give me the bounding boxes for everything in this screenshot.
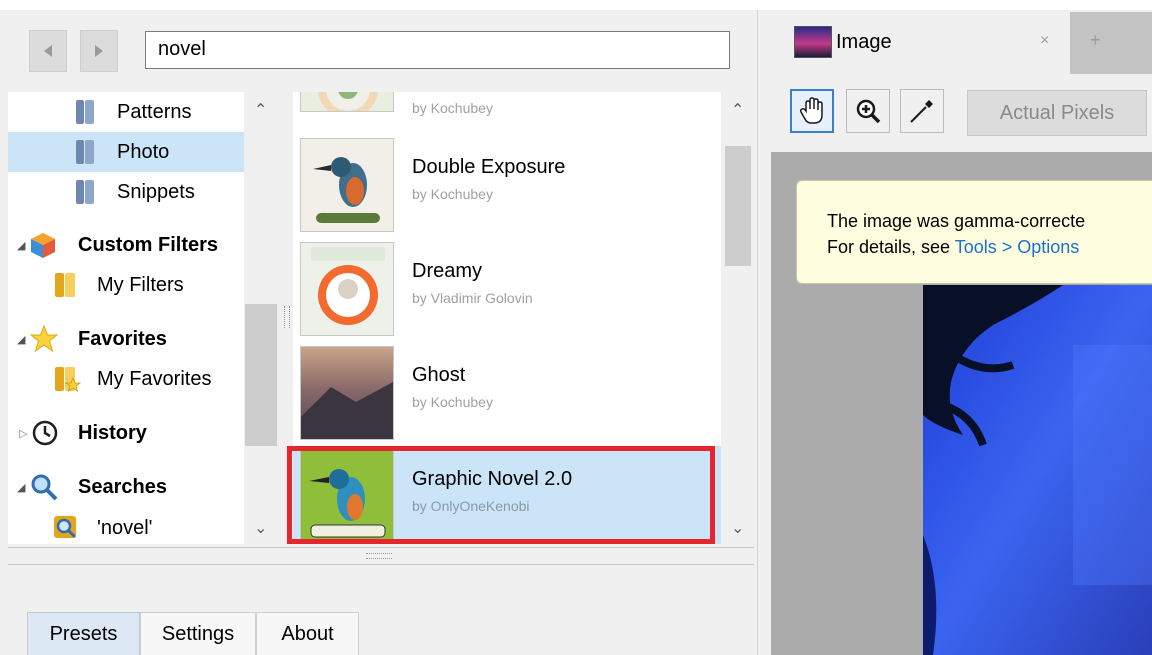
tab-about[interactable]: About (256, 612, 359, 655)
tree-item-label: Patterns (117, 100, 192, 123)
tools-options-link[interactable]: Tools > Options (955, 237, 1080, 257)
search-input[interactable]: novel (145, 31, 730, 69)
list-item[interactable]: Dreamy by Vladimir Golovin (293, 238, 721, 342)
horizontal-splitter[interactable] (8, 547, 754, 565)
close-tab-icon[interactable]: × (1040, 32, 1049, 50)
eyedropper-icon (910, 100, 933, 123)
splitter-grip (284, 306, 290, 328)
new-tab-button[interactable]: + (1070, 12, 1152, 74)
list-item[interactable]: Double Exposure by Kochubey (293, 134, 721, 238)
tree-item-search-novel[interactable]: 'novel' (8, 508, 244, 544)
tab-presets[interactable]: Presets (27, 612, 140, 655)
forward-button[interactable] (80, 30, 118, 72)
preset-name: Double Exposure (412, 156, 566, 178)
tab-title: Image (836, 31, 892, 53)
tree-item-label: Favorites (78, 327, 167, 350)
tree-item-label: Photo (117, 140, 170, 163)
preset-thumbnail (300, 346, 394, 440)
folder-icon (55, 273, 75, 297)
folder-icon (76, 100, 94, 124)
list-item[interactable]: by Kochubey (293, 92, 721, 118)
preset-list-scrollbar[interactable]: ⌃ ⌄ (721, 92, 755, 544)
expand-arrow-icon[interactable]: ◢ (17, 481, 25, 494)
actual-pixels-button[interactable]: Actual Pixels (967, 90, 1147, 136)
expand-arrow-icon[interactable]: ◢ (17, 333, 25, 346)
preset-author: by Kochubey (412, 100, 493, 116)
hand-tool-button[interactable] (790, 89, 834, 133)
tree-item-label: My Filters (97, 273, 184, 296)
preset-name: Ghost (412, 364, 466, 386)
tab-label: Presets (49, 622, 118, 645)
preset-thumbnail (300, 138, 394, 232)
folder-icon (76, 180, 94, 204)
splitter-grip (366, 553, 392, 559)
selection-highlight-box (287, 446, 715, 544)
tree-item-patterns[interactable]: Patterns (8, 92, 244, 132)
zoom-tool-button[interactable] (846, 89, 890, 133)
zoom-icon (856, 99, 881, 124)
favorites-folder-icon (55, 367, 81, 392)
expand-arrow-icon[interactable]: ◢ (17, 239, 25, 252)
preset-author: by Kochubey (412, 394, 493, 410)
preset-thumbnail (300, 242, 394, 336)
tab-image[interactable]: Image × (782, 12, 1072, 74)
clock-icon (32, 420, 58, 446)
preset-author: by Kochubey (412, 186, 493, 202)
tree-item-my-filters[interactable]: My Filters (8, 265, 244, 305)
preset-scroll-thumb[interactable] (725, 146, 751, 266)
tree-item-custom-filters[interactable]: ◢ Custom Filters (8, 225, 244, 265)
tree-item-label: 'novel' (97, 516, 153, 539)
eyedropper-tool-button[interactable] (900, 89, 944, 133)
tree-item-label: Custom Filters (78, 233, 219, 256)
tab-label: About (281, 622, 334, 645)
notice-text: For details, see (827, 237, 955, 257)
notice-line-2: For details, see Tools > Options (827, 237, 1079, 258)
folder-icon (76, 140, 94, 164)
notice-line-1: The image was gamma-correcte (827, 211, 1086, 231)
back-icon (44, 45, 52, 57)
forward-icon (95, 45, 103, 57)
tree-item-searches[interactable]: ◢ Searches (8, 467, 244, 507)
preset-thumbnail (300, 92, 394, 112)
settings-area (8, 565, 754, 611)
scroll-down-icon[interactable]: ⌄ (731, 518, 744, 538)
preview-image (923, 285, 1152, 655)
magnifier-icon (31, 474, 58, 501)
saved-search-icon (54, 516, 77, 539)
tree-item-favorites[interactable]: ◢ Favorites (8, 319, 244, 359)
tree-item-label: My Favorites (97, 367, 212, 390)
back-button[interactable] (29, 30, 67, 72)
gamma-notice: The image was gamma-correcte For details… (796, 180, 1152, 284)
tree-item-photo[interactable]: Photo (8, 132, 244, 172)
vertical-splitter[interactable] (757, 10, 772, 655)
tab-settings[interactable]: Settings (140, 612, 256, 655)
plus-icon: + (1090, 30, 1101, 50)
preset-name: Dreamy (412, 260, 483, 282)
preset-author: by Vladimir Golovin (412, 290, 533, 306)
image-thumbnail-icon (794, 26, 832, 58)
collapse-arrow-icon[interactable]: ▷ (19, 427, 27, 440)
hand-icon (799, 97, 823, 124)
cube-icon (31, 233, 55, 258)
tree-item-snippets[interactable]: Snippets (8, 172, 244, 212)
tree-scroll-thumb[interactable] (245, 304, 277, 446)
category-tree: Patterns Photo Snippets ◢ Custom Filters… (8, 92, 244, 544)
tree-item-history[interactable]: ▷ History (8, 413, 244, 453)
tab-label: Settings (161, 622, 235, 645)
list-item[interactable]: Ghost by Kochubey (293, 342, 721, 446)
scroll-up-icon[interactable]: ⌃ (254, 100, 267, 120)
tree-item-label: Searches (78, 475, 167, 498)
tree-item-my-favorites[interactable]: My Favorites (8, 359, 244, 399)
tree-item-label: History (78, 421, 147, 444)
star-icon (29, 324, 59, 353)
tree-item-label: Snippets (117, 180, 195, 203)
scroll-down-icon[interactable]: ⌄ (254, 518, 267, 538)
tree-scrollbar[interactable]: ⌃ ⌄ (244, 92, 278, 544)
scroll-up-icon[interactable]: ⌃ (731, 100, 744, 120)
